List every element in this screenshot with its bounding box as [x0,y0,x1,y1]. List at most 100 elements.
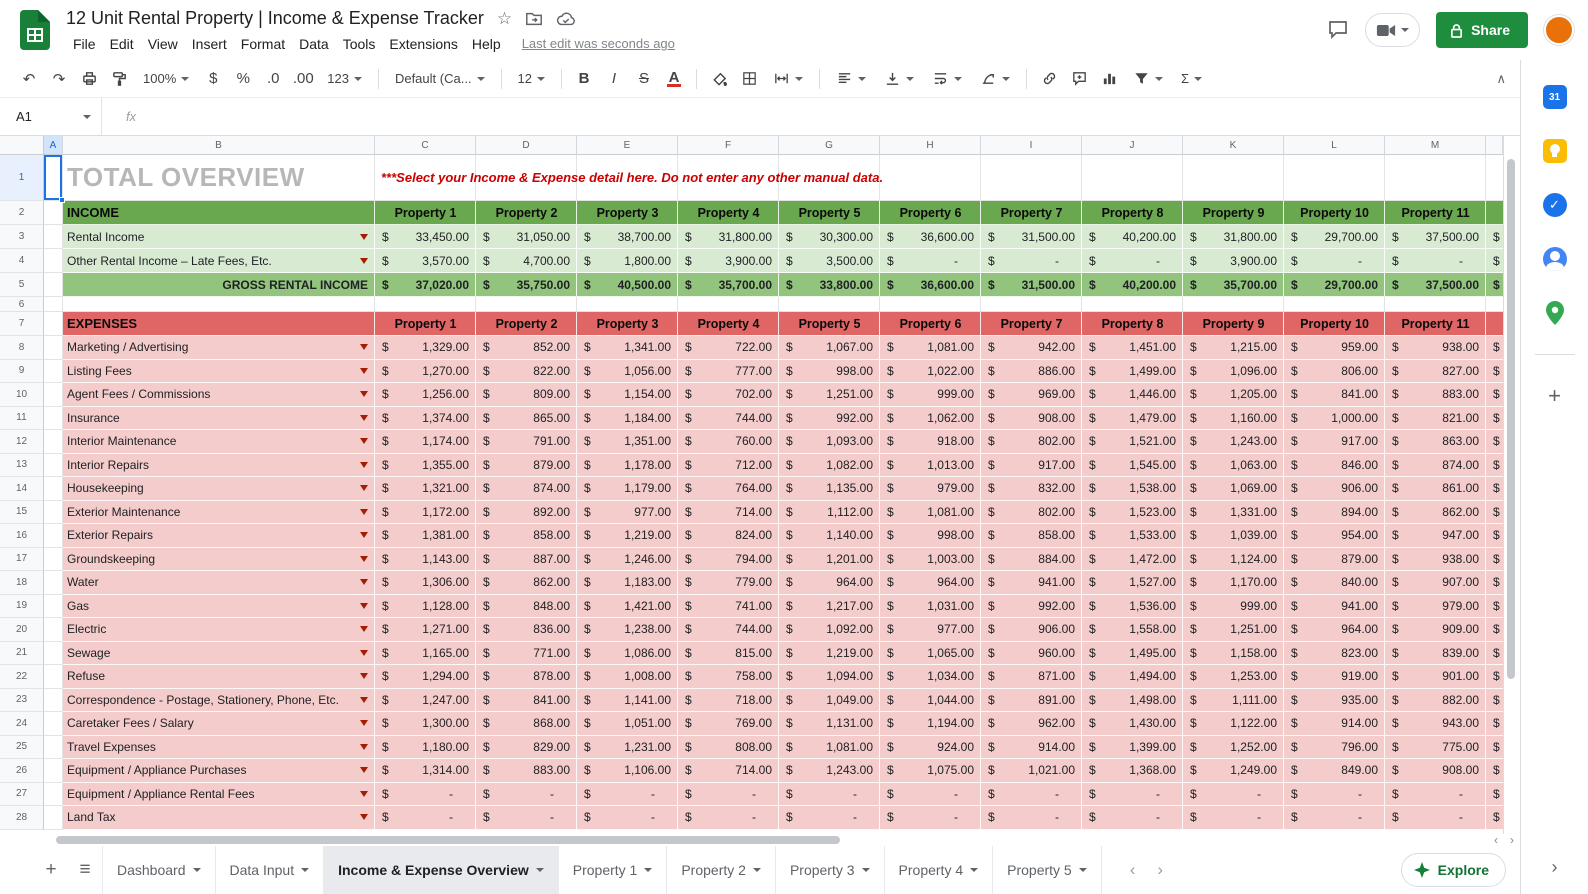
value-cell[interactable]: $1,112.00 [779,501,880,525]
cell-A2[interactable] [44,201,63,225]
value-cell[interactable]: $- [1082,249,1183,273]
dropdown-arrow-icon[interactable] [360,556,368,562]
value-cell[interactable]: $35,700.00 [678,273,779,297]
value-cell[interactable]: $714.00 [678,501,779,525]
row-header-6[interactable]: 6 [0,297,44,312]
horizontal-scrollbar[interactable] [0,834,1488,846]
value-cell[interactable]: $1,800.00 [577,249,678,273]
row-header-26[interactable]: 26 [0,759,44,783]
menu-insert[interactable]: Insert [185,34,234,54]
value-cell[interactable]: $- [981,806,1082,830]
menu-file[interactable]: File [66,34,103,54]
value-cell[interactable]: $3,900.00 [678,249,779,273]
value-cell[interactable]: $849.00 [1284,759,1385,783]
section-header-cell[interactable]: EXPENSES [63,312,375,336]
tab-property-3[interactable]: Property 3 [776,846,885,894]
cells[interactable] [375,297,1503,312]
value-cell[interactable]: $962.00 [981,712,1082,736]
value-cell[interactable]: $1,399.00 [1082,736,1183,760]
value-cell[interactable]: $1,106.00 [577,759,678,783]
row-label-cell[interactable]: Rental Income [63,225,375,249]
cell-A6[interactable] [44,297,63,312]
sheet-title-cell[interactable]: TOTAL OVERVIEW [63,155,375,201]
value-cell[interactable]: $907.00 [1385,571,1486,595]
column-header-J[interactable]: J [1082,136,1183,155]
menu-data[interactable]: Data [292,34,336,54]
cell-A24[interactable] [44,712,63,736]
row-header-4[interactable]: 4 [0,249,44,273]
property-header-9[interactable]: Property 9 [1183,312,1284,336]
value-cell[interactable]: $- [1284,783,1385,807]
paint-format-button[interactable] [106,66,132,92]
value-cell[interactable]: $871.00 [981,665,1082,689]
value-cell[interactable]: $977.00 [880,618,981,642]
column-header-B[interactable]: B [63,136,375,155]
row-header-1[interactable]: 1 [0,155,44,201]
column-header-H[interactable]: H [880,136,981,155]
value-cell[interactable]: $- [375,783,476,807]
tasks-icon[interactable]: ✓ [1542,192,1568,218]
value-cell[interactable]: $29,700.00 [1284,225,1385,249]
value-cell[interactable]: $848.00 [476,595,577,619]
value-cell[interactable]: $841.00 [1284,383,1385,407]
instruction-note-cell[interactable]: ***Select your Income & Expense detail h… [375,155,1503,201]
value-cell[interactable]: $1,180.00 [375,736,476,760]
row-header-27[interactable]: 27 [0,783,44,807]
maps-icon[interactable] [1542,300,1568,326]
value-cell[interactable]: $1,003.00 [880,548,981,572]
property-header-7[interactable]: Property 7 [981,312,1082,336]
value-cell[interactable]: $3,570.00 [375,249,476,273]
property-header-11[interactable]: Property 11 [1385,312,1486,336]
value-cell[interactable]: $874.00 [476,477,577,501]
value-cell[interactable]: $1,558.00 [1082,618,1183,642]
value-cell[interactable]: $1,521.00 [1082,430,1183,454]
value-cell[interactable]: $1,039.00 [1183,524,1284,548]
row-label-cell[interactable]: Exterior Repairs [63,524,375,548]
value-cell[interactable]: $712.00 [678,454,779,478]
column-header-I[interactable]: I [981,136,1082,155]
hide-toolbar-button[interactable]: ∧ [1496,71,1506,87]
insert-link-button[interactable] [1036,66,1062,92]
menu-help[interactable]: Help [465,34,508,54]
value-cell[interactable]: $1,135.00 [779,477,880,501]
scroll-right-icon[interactable]: › [1504,834,1520,846]
cell-A18[interactable] [44,571,63,595]
value-cell[interactable]: $- [476,806,577,830]
value-cell[interactable]: $1,158.00 [1183,642,1284,666]
value-cell[interactable]: $941.00 [981,571,1082,595]
value-cell[interactable]: $4,700.00 [476,249,577,273]
value-cell[interactable]: $38,700.00 [577,225,678,249]
column-header-K[interactable]: K [1183,136,1284,155]
value-cell[interactable]: $1,065.00 [880,642,981,666]
value-cell[interactable]: $802.00 [981,501,1082,525]
property-header-1[interactable]: Property 1 [375,201,476,225]
menu-view[interactable]: View [141,34,185,54]
value-cell[interactable]: $947.00 [1385,524,1486,548]
value-cell[interactable]: $1,140.00 [779,524,880,548]
value-cell[interactable]: $1,092.00 [779,618,880,642]
text-color-button[interactable]: A [667,71,682,87]
value-cell[interactable]: $821.00 [1385,407,1486,431]
value-cell[interactable]: $1,252.00 [1183,736,1284,760]
value-cell[interactable]: $883.00 [1385,383,1486,407]
value-cell[interactable]: $31,500.00 [981,273,1082,297]
value-cell[interactable]: $841.00 [476,689,577,713]
value-cell[interactable]: $918.00 [880,430,981,454]
row-header-23[interactable]: 23 [0,689,44,713]
value-cell[interactable]: $1,154.00 [577,383,678,407]
property-header-2[interactable]: Property 2 [476,201,577,225]
value-cell[interactable]: $914.00 [1284,712,1385,736]
value-cell[interactable]: $741.00 [678,595,779,619]
value-cell[interactable]: $1,499.00 [1082,360,1183,384]
value-cell[interactable]: $1,143.00 [375,548,476,572]
vertical-align-button[interactable] [877,66,921,92]
value-cell[interactable]: $879.00 [1284,548,1385,572]
format-percent-button[interactable]: % [230,66,256,92]
cell-A4[interactable] [44,249,63,273]
value-cell[interactable]: $1,170.00 [1183,571,1284,595]
value-cell[interactable]: $942.00 [981,336,1082,360]
value-cell[interactable]: $1,178.00 [577,454,678,478]
insert-comment-button[interactable] [1066,66,1092,92]
formula-input[interactable] [136,98,1520,135]
dropdown-arrow-icon[interactable] [360,626,368,632]
